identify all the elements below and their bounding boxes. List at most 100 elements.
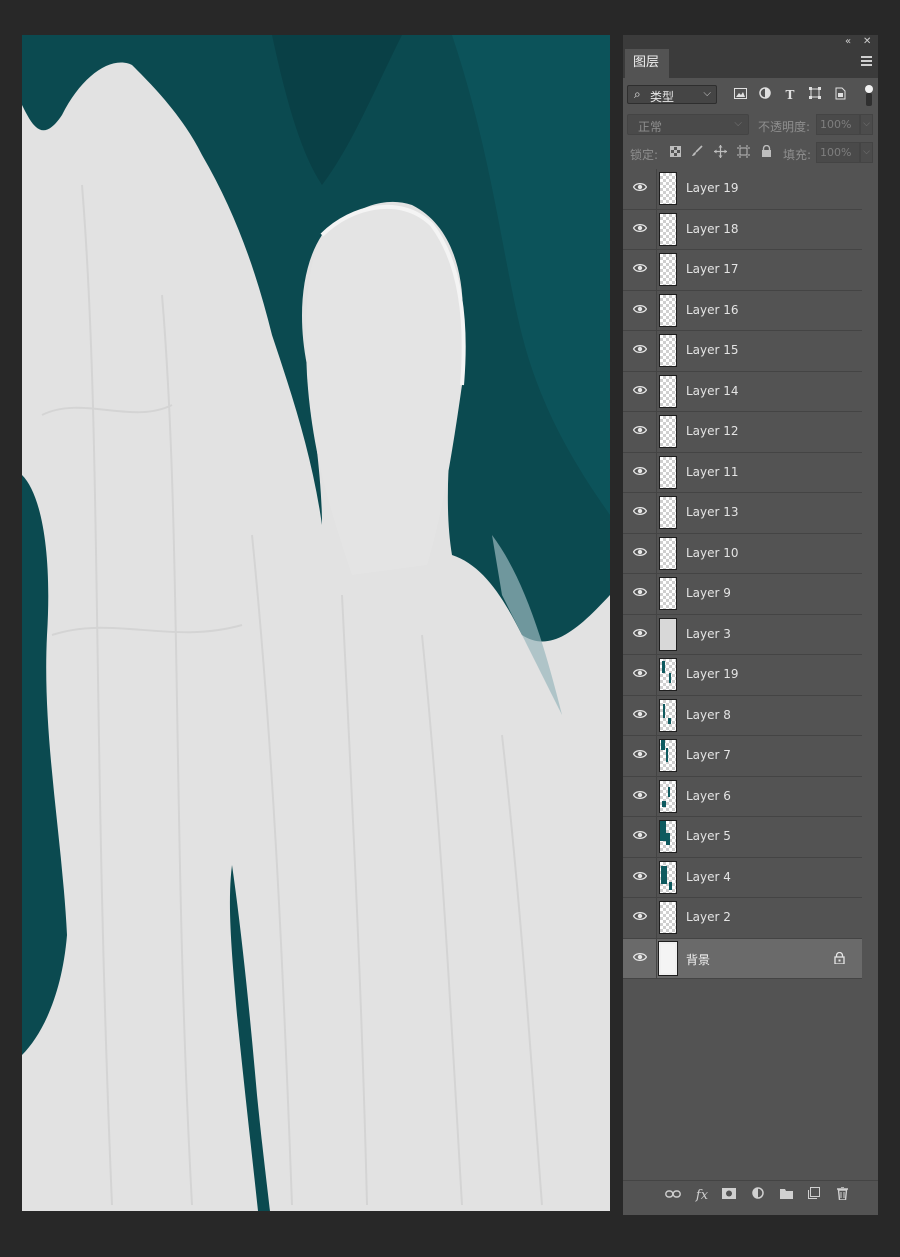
- layer-name[interactable]: Layer 9: [686, 586, 731, 600]
- new-layer-icon[interactable]: [805, 1187, 823, 1205]
- layer-name[interactable]: Layer 5: [686, 829, 731, 843]
- eye-visibility-icon[interactable]: [633, 668, 647, 678]
- lock-all-icon[interactable]: [759, 144, 773, 161]
- layer-row[interactable]: 背景: [623, 938, 862, 979]
- layer-thumbnail[interactable]: [659, 577, 677, 610]
- eye-visibility-icon[interactable]: [633, 871, 647, 881]
- filter-toggle-switch[interactable]: [865, 85, 873, 107]
- layer-row[interactable]: Layer 5: [623, 817, 862, 858]
- eye-visibility-icon[interactable]: [633, 790, 647, 800]
- eye-visibility-icon[interactable]: [633, 344, 647, 354]
- blend-mode-select[interactable]: 正常 ⌵: [627, 114, 749, 135]
- eye-visibility-icon[interactable]: [633, 709, 647, 719]
- layer-row[interactable]: Layer 16: [623, 290, 862, 331]
- layer-name[interactable]: Layer 3: [686, 627, 731, 641]
- eye-visibility-icon[interactable]: [633, 466, 647, 476]
- layer-thumbnail[interactable]: [659, 374, 677, 408]
- eye-visibility-icon[interactable]: [633, 830, 647, 840]
- fill-field[interactable]: 100%: [816, 142, 860, 163]
- artboard-icon[interactable]: [736, 145, 750, 161]
- adjustment-layer-icon[interactable]: [749, 1187, 767, 1205]
- fill-arrow-icon[interactable]: ⌵: [860, 142, 873, 163]
- opacity-arrow-icon[interactable]: ⌵: [860, 114, 873, 135]
- adjustment-filter-icon[interactable]: [757, 87, 773, 103]
- layer-name[interactable]: Layer 16: [686, 303, 739, 317]
- eye-visibility-icon[interactable]: [633, 911, 647, 921]
- layer-name[interactable]: Layer 12: [686, 424, 739, 438]
- eye-visibility-icon[interactable]: [633, 749, 647, 759]
- layer-thumbnail[interactable]: [659, 617, 677, 651]
- layer-thumbnail[interactable]: [659, 820, 677, 853]
- close-icon[interactable]: ✕: [863, 36, 871, 48]
- layer-thumbnail[interactable]: [659, 212, 677, 246]
- layer-row[interactable]: Layer 14: [623, 371, 862, 412]
- tab-layers[interactable]: 图层: [625, 49, 669, 78]
- fx-icon[interactable]: fx: [693, 1187, 711, 1205]
- layer-row[interactable]: Layer 19: [623, 655, 862, 696]
- layer-thumbnail[interactable]: [659, 496, 677, 529]
- new-group-icon[interactable]: [777, 1187, 795, 1205]
- layer-name[interactable]: Layer 10: [686, 546, 739, 560]
- layer-thumbnail[interactable]: [659, 455, 677, 489]
- layer-thumbnail[interactable]: [659, 293, 677, 327]
- layer-name[interactable]: 背景: [686, 951, 710, 968]
- layers-scroll-gutter[interactable]: [862, 169, 878, 1180]
- layer-name[interactable]: Layer 7: [686, 748, 731, 762]
- layer-thumbnail[interactable]: [659, 779, 677, 813]
- eye-visibility-icon[interactable]: [633, 628, 647, 638]
- lock-paint-icon[interactable]: [690, 145, 704, 161]
- smart-object-filter-icon[interactable]: [832, 87, 848, 103]
- layer-row[interactable]: Layer 9: [623, 574, 862, 615]
- layer-thumbnail[interactable]: [659, 860, 677, 894]
- layer-name[interactable]: Layer 18: [686, 222, 739, 236]
- eye-visibility-icon[interactable]: [633, 587, 647, 597]
- layer-name[interactable]: Layer 2: [686, 910, 731, 924]
- opacity-field[interactable]: 100%: [816, 114, 860, 135]
- eye-visibility-icon[interactable]: [633, 223, 647, 233]
- layer-name[interactable]: Layer 8: [686, 708, 731, 722]
- layer-name[interactable]: Layer 17: [686, 262, 739, 276]
- layer-row[interactable]: Layer 12: [623, 412, 862, 453]
- lock-transparent-icon[interactable]: [668, 145, 682, 161]
- layer-name[interactable]: Layer 6: [686, 789, 731, 803]
- layer-thumbnail[interactable]: [659, 334, 677, 367]
- layer-row[interactable]: Layer 7: [623, 736, 862, 777]
- eye-visibility-icon[interactable]: [633, 506, 647, 516]
- layer-thumbnail[interactable]: [659, 739, 677, 772]
- eye-visibility-icon[interactable]: [633, 952, 647, 962]
- layer-name[interactable]: Layer 19: [686, 181, 739, 195]
- layer-row[interactable]: Layer 13: [623, 493, 862, 534]
- hamburger-menu-icon[interactable]: [861, 56, 872, 68]
- double-chevron-left-icon[interactable]: «: [845, 36, 851, 48]
- eye-visibility-icon[interactable]: [633, 547, 647, 557]
- layer-name[interactable]: Layer 15: [686, 343, 739, 357]
- link-layers-icon[interactable]: [664, 1187, 682, 1205]
- eye-visibility-icon[interactable]: [633, 304, 647, 314]
- layer-name[interactable]: Layer 4: [686, 870, 731, 884]
- layer-row[interactable]: Layer 8: [623, 695, 862, 736]
- eye-visibility-icon[interactable]: [633, 385, 647, 395]
- layer-row[interactable]: Layer 6: [623, 776, 862, 817]
- layer-name[interactable]: Layer 19: [686, 667, 739, 681]
- layer-row[interactable]: Layer 17: [623, 250, 862, 291]
- layer-thumbnail[interactable]: [658, 940, 678, 976]
- layer-thumbnail[interactable]: [659, 253, 677, 286]
- layer-row[interactable]: Layer 18: [623, 209, 862, 250]
- layer-thumbnail[interactable]: [659, 536, 677, 570]
- layer-row[interactable]: Layer 3: [623, 614, 862, 655]
- add-mask-icon[interactable]: [720, 1187, 738, 1205]
- layer-row[interactable]: Layer 11: [623, 452, 862, 493]
- eye-visibility-icon[interactable]: [633, 263, 647, 273]
- layer-row[interactable]: Layer 10: [623, 533, 862, 574]
- layer-thumbnail[interactable]: [659, 172, 677, 205]
- layer-row[interactable]: Layer 2: [623, 898, 862, 939]
- layer-thumbnail[interactable]: [659, 658, 677, 691]
- layer-row[interactable]: Layer 4: [623, 857, 862, 898]
- lock-icon[interactable]: [834, 951, 846, 965]
- image-filter-icon[interactable]: [732, 87, 748, 103]
- layer-row[interactable]: Layer 19: [623, 169, 862, 210]
- trash-icon[interactable]: [833, 1186, 851, 1205]
- filter-kind-select[interactable]: ⌕ 类型 ⌵: [627, 85, 717, 104]
- document-canvas[interactable]: [22, 35, 610, 1211]
- eye-visibility-icon[interactable]: [633, 182, 647, 192]
